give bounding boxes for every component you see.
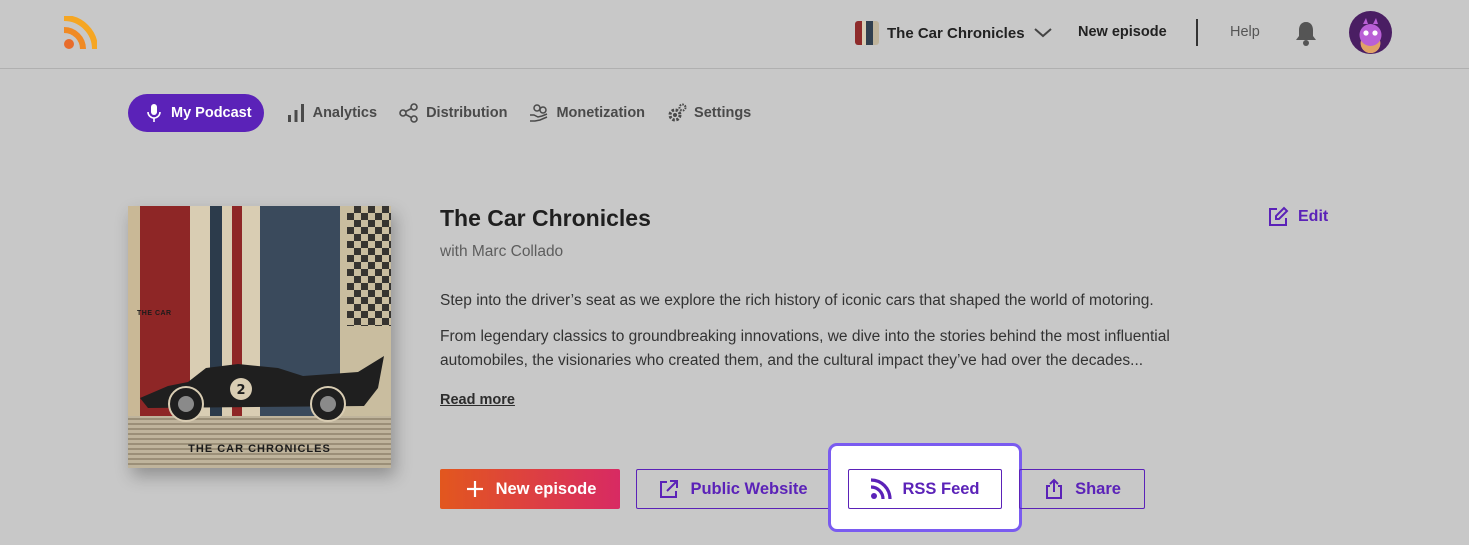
tab-label: Analytics [312, 105, 378, 121]
header-divider [1196, 19, 1198, 46]
share-nodes-icon [399, 103, 418, 123]
new-episode-button-label: New episode [495, 479, 597, 498]
edit-button[interactable]: Edit [1267, 206, 1328, 228]
plus-icon [466, 481, 483, 497]
tab-label: My Podcast [171, 105, 252, 121]
race-car-illustration: 2 [140, 356, 384, 422]
new-episode-link[interactable]: New episode [1078, 24, 1167, 40]
microphone-icon [147, 104, 161, 122]
user-avatar[interactable] [1349, 11, 1392, 54]
podcast-host: with Marc Collado [440, 243, 564, 260]
tab-settings[interactable]: Settings [667, 94, 751, 132]
car-number: 2 [236, 383, 245, 398]
tab-monetization[interactable]: Monetization [529, 94, 645, 132]
edit-label: Edit [1298, 208, 1329, 225]
show-thumbnail [855, 21, 879, 45]
new-episode-button[interactable]: New episode [440, 469, 620, 509]
show-switcher-label: The Car Chronicles [887, 24, 1025, 42]
checkered-flag-pattern [347, 206, 391, 326]
tab-distribution[interactable]: Distribution [399, 94, 507, 132]
podcast-description-1: Step into the driver’s seat as we explor… [440, 292, 1154, 309]
rss-feed-button-label: RSS Feed [902, 479, 980, 498]
bar-chart-icon [287, 104, 304, 122]
tab-label: Monetization [556, 105, 646, 121]
rss-icon [871, 478, 893, 500]
cover-small-text: THE CAR [137, 310, 172, 317]
share-button[interactable]: Share [1019, 469, 1145, 509]
read-more-link[interactable]: Read more [440, 392, 515, 408]
main-nav-tabs: My Podcast Analytics Distribution Moneti… [128, 94, 773, 132]
public-website-button[interactable]: Public Website [636, 469, 830, 509]
external-link-icon [660, 480, 679, 498]
tab-my-podcast[interactable]: My Podcast [128, 94, 264, 132]
bell-icon[interactable] [1294, 20, 1318, 46]
chevron-down-icon [1033, 28, 1052, 38]
tab-label: Settings [694, 105, 752, 121]
help-link[interactable]: Help [1230, 24, 1260, 40]
gear-icon [668, 103, 687, 122]
podcast-cover-art: THE CAR 2 THE CAR CHRONICLES [128, 206, 391, 468]
hand-coins-icon [530, 104, 548, 122]
edit-icon [1269, 206, 1289, 226]
share-button-label: Share [1075, 479, 1121, 498]
rss-feed-button[interactable]: RSS Feed [848, 469, 1002, 509]
tab-label: Distribution [426, 105, 508, 121]
public-website-button-label: Public Website [690, 479, 808, 498]
share-upload-icon [1046, 478, 1063, 499]
show-switcher[interactable]: The Car Chronicles [855, 20, 1053, 46]
top-bar: The Car Chronicles New episode Help [0, 0, 1469, 69]
cover-title-text: THE CAR CHRONICLES [188, 443, 331, 455]
tab-analytics[interactable]: Analytics [286, 94, 377, 132]
podcast-title: The Car Chronicles [440, 205, 651, 231]
podcast-description-2: From legendary classics to groundbreakin… [440, 328, 1170, 369]
rss-logo-icon[interactable] [63, 16, 97, 50]
